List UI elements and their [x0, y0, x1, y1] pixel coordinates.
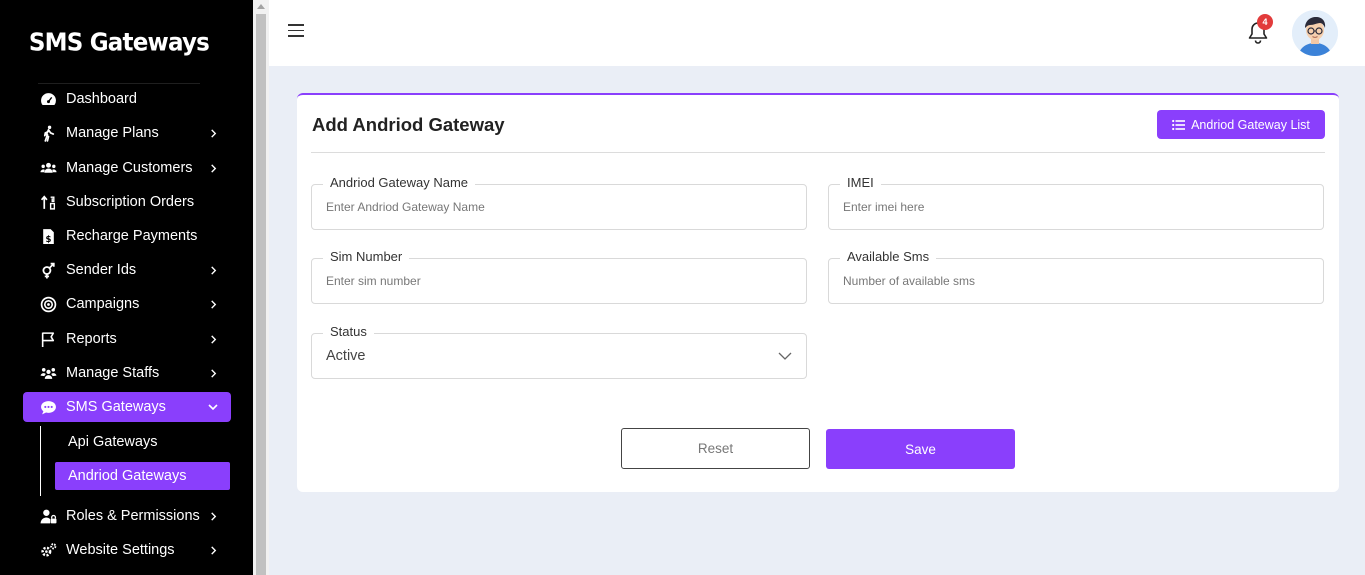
sidebar-item-manage-customers[interactable]: Manage Customers: [23, 153, 231, 183]
gateway-name-field: Andriod Gateway Name: [311, 175, 807, 230]
sidebar-item-label: Sender Ids: [66, 262, 137, 278]
sidebar: SMS Gateways Dashboard Manage Plans Mana…: [0, 0, 253, 575]
chevron-right-icon: [208, 545, 218, 555]
page-title: Add Andriod Gateway: [312, 114, 505, 135]
sidebar-subitem-andriod-gateways[interactable]: Andriod Gateways: [55, 462, 230, 490]
chevron-right-icon: [208, 299, 218, 309]
scrollbar-thumb[interactable]: [256, 14, 266, 575]
chat-bubble-icon: [39, 398, 57, 416]
sidebar-item-reports[interactable]: Reports: [23, 324, 231, 354]
sidebar-scrollbar[interactable]: [253, 0, 269, 575]
menu-toggle-icon[interactable]: [288, 24, 304, 37]
user-avatar[interactable]: [1292, 10, 1338, 56]
sidebar-item-label: Recharge Payments: [66, 228, 198, 244]
submenu-line: [40, 426, 41, 496]
users-icon: [39, 159, 57, 177]
sidebar-item-label: Manage Customers: [66, 160, 193, 176]
sidebar-item-roles-permissions[interactable]: Roles & Permissions: [23, 501, 231, 531]
sidebar-item-sender-ids[interactable]: Sender Ids: [23, 255, 231, 285]
chevron-right-icon: [208, 368, 218, 378]
card-divider: [311, 152, 1325, 153]
status-label: Status: [323, 324, 374, 339]
sidebar-item-recharge-payments[interactable]: $ Recharge Payments: [23, 221, 231, 251]
cogs-icon: [39, 541, 57, 559]
sidebar-item-label: Reports: [66, 331, 117, 347]
staff-group-icon: [39, 364, 57, 382]
reset-button[interactable]: Reset: [621, 428, 810, 469]
notification-badge: 4: [1257, 14, 1273, 30]
sidebar-item-manage-staffs[interactable]: Manage Staffs: [23, 358, 231, 388]
chevron-right-icon: [208, 511, 218, 521]
bullseye-icon: [39, 295, 57, 313]
chevron-right-icon: [208, 128, 218, 138]
gateway-list-label: Andriod Gateway List: [1191, 117, 1310, 132]
status-value: Active: [326, 348, 366, 364]
sidebar-item-campaigns[interactable]: Campaigns: [23, 289, 231, 319]
sidebar-item-subscription-orders[interactable]: Subscription Orders: [23, 187, 231, 217]
sidebar-item-label: Subscription Orders: [66, 194, 195, 210]
scroll-up-arrow-icon[interactable]: [257, 4, 265, 9]
sidebar-item-label: Manage Plans: [66, 125, 159, 141]
available-sms-input[interactable]: [843, 259, 1308, 303]
gateway-list-button[interactable]: Andriod Gateway List: [1157, 110, 1325, 139]
chevron-down-icon: [778, 352, 792, 360]
sidebar-item-manage-plans[interactable]: Manage Plans: [23, 118, 231, 148]
sim-number-input[interactable]: [326, 259, 791, 303]
sidebar-item-label: SMS Gateways: [66, 399, 166, 415]
save-button[interactable]: Save: [826, 429, 1015, 469]
brand-title[interactable]: SMS Gateways: [0, 29, 238, 58]
status-select[interactable]: Status Active: [311, 324, 807, 379]
imei-input[interactable]: [843, 185, 1308, 229]
sidebar-item-label: Website Settings: [66, 542, 175, 558]
imei-field: IMEI: [828, 175, 1324, 230]
sidebar-item-sms-gateways[interactable]: SMS Gateways: [23, 392, 231, 422]
user-lock-icon: [39, 507, 57, 525]
invoice-dollar-icon: $: [39, 227, 57, 245]
available-sms-field: Available Sms: [828, 249, 1324, 304]
gender-icon: [39, 261, 57, 279]
sidebar-item-dashboard[interactable]: Dashboard: [23, 84, 231, 114]
add-gateway-card: Add Andriod Gateway Andriod Gateway List…: [297, 93, 1339, 492]
chevron-right-icon: [208, 334, 218, 344]
top-header: 4: [269, 0, 1365, 66]
sidebar-item-label: Roles & Permissions: [66, 508, 200, 524]
sidebar-item-label: Manage Staffs: [66, 365, 160, 381]
sidebar-item-label: Campaigns: [66, 296, 140, 312]
chevron-down-icon: [208, 402, 218, 412]
gateway-name-input[interactable]: [326, 185, 791, 229]
walking-icon: [39, 124, 57, 142]
sidebar-item-website-settings[interactable]: Website Settings: [23, 535, 231, 565]
sort-arrows-icon: [39, 193, 57, 211]
gauge-icon: [39, 90, 57, 108]
sidebar-subitem-api-gateways[interactable]: Api Gateways: [55, 428, 230, 456]
list-icon: [1172, 119, 1186, 130]
flag-icon: [39, 330, 57, 348]
sidebar-item-label: Dashboard: [66, 91, 137, 107]
chevron-right-icon: [208, 265, 218, 275]
chevron-right-icon: [208, 163, 218, 173]
svg-text:$: $: [45, 234, 51, 244]
sim-number-field: Sim Number: [311, 249, 807, 304]
